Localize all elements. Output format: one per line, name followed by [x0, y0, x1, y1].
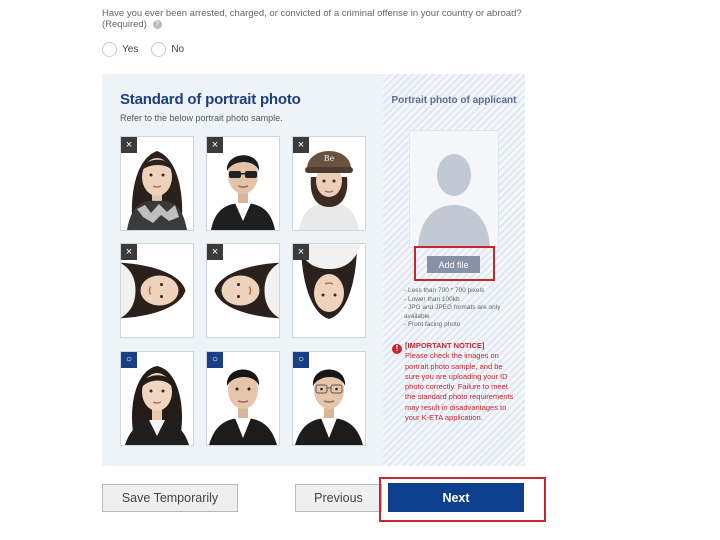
sample-photo-correct-man: ○ [206, 351, 280, 446]
sample-photo-cap: × Be [292, 136, 366, 231]
applicant-photo-preview [409, 130, 499, 248]
notice-text: Please check the images on portrait phot… [405, 351, 514, 423]
incorrect-mark-icon: × [121, 137, 137, 153]
previous-button[interactable]: Previous [295, 484, 382, 512]
radio-yes[interactable] [102, 41, 117, 57]
requirement-item: - Lower than 100kb [404, 295, 460, 303]
incorrect-mark-icon: × [121, 244, 137, 260]
correct-mark-icon: ○ [207, 352, 223, 368]
save-temporarily-button[interactable]: Save Temporarily [102, 484, 238, 512]
sample-photo-rotated-right: × [206, 243, 280, 338]
correct-mark-icon: ○ [121, 352, 137, 368]
next-button-highlight-frame [379, 477, 546, 522]
incorrect-mark-icon: × [293, 244, 309, 260]
incorrect-mark-icon: × [207, 137, 223, 153]
answer-radio-group: Yes No [102, 40, 197, 58]
person-silhouette-icon [418, 154, 490, 247]
criminal-record-question: Have you ever been arrested, charged, or… [102, 8, 522, 30]
requirement-item: - JPG and JPEG formats are only availabl… [404, 304, 501, 320]
sample-photo-sunglasses: × [206, 136, 280, 231]
incorrect-mark-icon: × [207, 244, 223, 260]
question-text: Have you ever been arrested, charged, or… [102, 8, 522, 19]
panel-title: Standard of portrait photo [120, 91, 301, 108]
notice-title: [IMPORTANT NOTICE] [405, 341, 485, 350]
sample-photo-correct-man-glasses: ○ [292, 351, 366, 446]
important-notice: [IMPORTANT NOTICE] Please check the imag… [405, 341, 515, 423]
exclamation-circle-icon: ! [392, 344, 402, 354]
sample-photo-rotated-left: × [120, 243, 194, 338]
radio-yes-label[interactable]: Yes [122, 44, 138, 55]
required-label: (Required) [102, 19, 147, 30]
sample-photo-scarf: × [120, 136, 194, 231]
panel-subtitle: Refer to the below portrait photo sample… [120, 113, 283, 123]
applicant-photo-title: Portrait photo of applicant [391, 95, 517, 106]
radio-no[interactable] [151, 41, 167, 57]
requirement-item: - Less than 700 * 700 pixels [404, 287, 485, 294]
question-circle-icon[interactable]: ? [152, 19, 162, 29]
correct-mark-icon: ○ [293, 352, 309, 368]
svg-text:Be: Be [324, 154, 335, 163]
requirement-item: - Front facing photo [404, 321, 461, 328]
add-file-highlight-frame [414, 246, 495, 281]
photo-requirements-list: - Less than 700 * 700 pixels - Lower tha… [404, 287, 514, 330]
sample-photo-correct-woman: ○ [120, 351, 194, 446]
sample-photo-upside-down: × [292, 243, 366, 338]
incorrect-mark-icon: × [293, 137, 309, 153]
radio-no-label[interactable]: No [171, 44, 184, 55]
